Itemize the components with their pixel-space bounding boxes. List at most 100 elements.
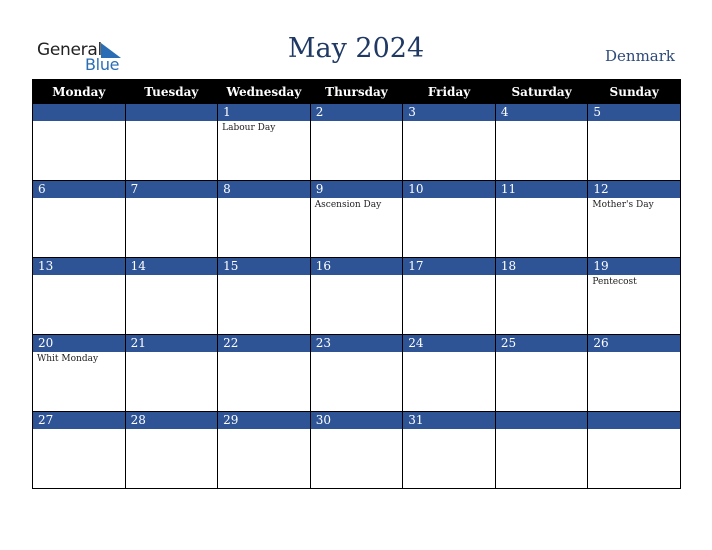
weekday-header: Wednesday: [217, 79, 311, 104]
day-cell[interactable]: 19 Pentecost: [587, 257, 681, 335]
day-number: 29: [218, 412, 310, 429]
day-number: 28: [125, 412, 218, 429]
day-number: 26: [588, 335, 680, 352]
day-number: [588, 412, 680, 429]
holiday-label: [218, 429, 310, 431]
day-cell[interactable]: 4: [494, 103, 589, 181]
day-number: 22: [218, 335, 310, 352]
day-number: 2: [310, 104, 403, 121]
day-cell[interactable]: 27: [32, 411, 126, 489]
holiday-label: [496, 275, 588, 277]
day-number: 25: [495, 335, 588, 352]
day-cell[interactable]: 23: [309, 334, 404, 412]
holiday-label: [126, 198, 218, 200]
day-number: 11: [495, 181, 588, 198]
holiday-label: [33, 121, 125, 123]
day-number: 27: [33, 412, 125, 429]
holiday-label: [33, 429, 125, 431]
holiday-label: Mother's Day: [592, 200, 654, 210]
calendar-grid: Monday Tuesday Wednesday Thursday Friday…: [32, 79, 681, 489]
day-cell[interactable]: 1 Labour Day: [217, 103, 311, 181]
day-cell[interactable]: 26: [587, 334, 681, 412]
day-number: 13: [33, 258, 125, 275]
day-cell[interactable]: 11: [494, 180, 589, 258]
holiday-label: Ascension Day: [314, 200, 382, 210]
day-number: [495, 412, 588, 429]
holiday-label: Pentecost: [592, 277, 637, 287]
day-number: 21: [125, 335, 218, 352]
day-cell[interactable]: 12 Mother's Day: [587, 180, 681, 258]
holiday-label: [218, 198, 310, 200]
holiday-label: [311, 121, 403, 123]
holiday-label: [311, 429, 403, 431]
day-cell[interactable]: 2: [309, 103, 404, 181]
holiday-label: [218, 352, 310, 354]
day-cell[interactable]: 20 Whit Monday: [32, 334, 126, 412]
holiday-label: Labour Day: [222, 123, 276, 133]
day-cell[interactable]: [587, 411, 681, 489]
holiday-label: [588, 429, 680, 431]
holiday-label: [126, 121, 218, 123]
holiday-label: [588, 121, 680, 123]
holiday-label: [311, 352, 403, 354]
day-cell[interactable]: 25: [494, 334, 589, 412]
day-number: 6: [33, 181, 125, 198]
day-cell[interactable]: 22: [217, 334, 311, 412]
day-number: 18: [495, 258, 588, 275]
holiday-label: [126, 352, 218, 354]
week-row: 1 Labour Day 2 3 4 5: [32, 103, 681, 181]
day-cell[interactable]: [494, 411, 589, 489]
day-cell[interactable]: 28: [124, 411, 219, 489]
day-cell[interactable]: 7: [124, 180, 219, 258]
day-number: 14: [125, 258, 218, 275]
day-cell[interactable]: 29: [217, 411, 311, 489]
holiday-label: [311, 275, 403, 277]
day-number: 4: [495, 104, 588, 121]
day-number: 9: [310, 181, 403, 198]
holiday-label: [403, 121, 495, 123]
holiday-label: [496, 352, 588, 354]
day-cell[interactable]: 3: [402, 103, 496, 181]
holiday-label: [218, 275, 310, 277]
day-cell[interactable]: 10: [402, 180, 496, 258]
day-number: 5: [588, 104, 680, 121]
day-number: 10: [403, 181, 495, 198]
day-cell[interactable]: 15: [217, 257, 311, 335]
day-number: 31: [403, 412, 495, 429]
day-cell[interactable]: 9 Ascension Day: [309, 180, 404, 258]
weekday-header: Tuesday: [124, 79, 219, 104]
day-cell[interactable]: [124, 103, 219, 181]
day-cell[interactable]: 17: [402, 257, 496, 335]
day-cell[interactable]: 13: [32, 257, 126, 335]
day-cell[interactable]: 24: [402, 334, 496, 412]
holiday-label: [33, 198, 125, 200]
day-number: 16: [310, 258, 403, 275]
holiday-label: [403, 429, 495, 431]
day-cell[interactable]: 30: [309, 411, 404, 489]
day-number: 3: [403, 104, 495, 121]
day-number: 12: [588, 181, 680, 198]
day-cell[interactable]: 5: [587, 103, 681, 181]
week-row: 13 14 15 16 17 18 19 Pentecost: [32, 257, 681, 335]
day-cell[interactable]: 31: [402, 411, 496, 489]
holiday-label: [33, 275, 125, 277]
day-cell[interactable]: 16: [309, 257, 404, 335]
day-number: 17: [403, 258, 495, 275]
weekday-header: Saturday: [494, 79, 589, 104]
weekday-header: Thursday: [309, 79, 404, 104]
day-cell[interactable]: [32, 103, 126, 181]
day-cell[interactable]: 18: [494, 257, 589, 335]
day-cell[interactable]: 14: [124, 257, 219, 335]
day-number: 30: [310, 412, 403, 429]
day-cell[interactable]: 6: [32, 180, 126, 258]
holiday-label: [403, 275, 495, 277]
weekday-header: Friday: [402, 79, 496, 104]
day-number: [125, 104, 218, 121]
weekday-header-row: Monday Tuesday Wednesday Thursday Friday…: [32, 79, 681, 104]
day-cell[interactable]: 21: [124, 334, 219, 412]
day-number: 23: [310, 335, 403, 352]
country-label: Denmark: [605, 47, 675, 65]
day-cell[interactable]: 8: [217, 180, 311, 258]
day-number: 15: [218, 258, 310, 275]
holiday-label: [403, 352, 495, 354]
